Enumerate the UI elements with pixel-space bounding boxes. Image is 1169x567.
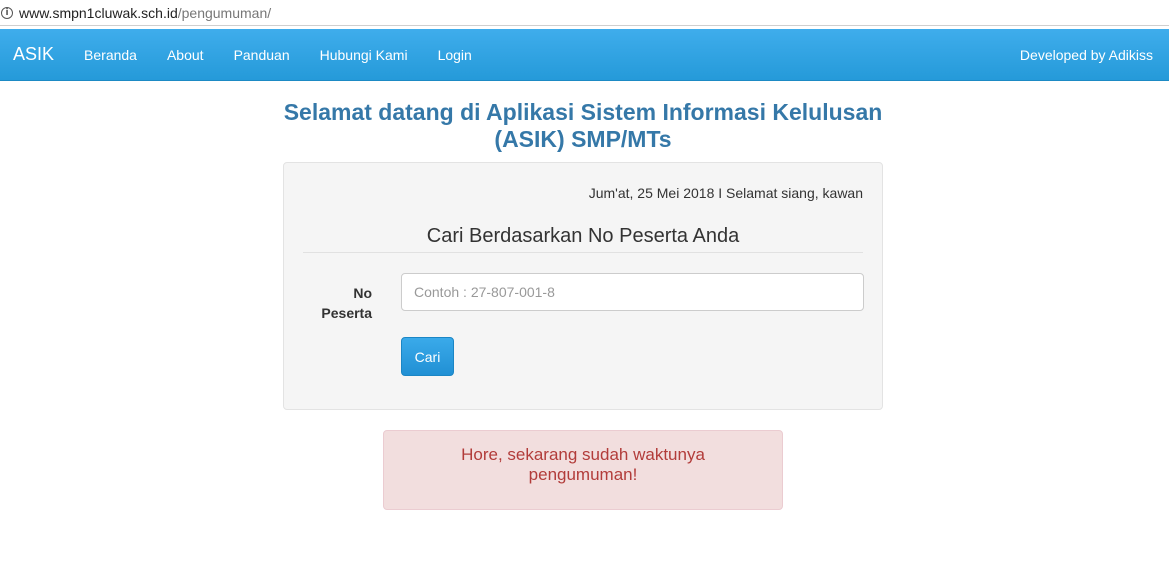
navbar: ASIK Beranda About Panduan Hubungi Kami …	[0, 29, 1169, 81]
date-greeting: Jum'at, 25 Mei 2018 I Selamat siang, kaw…	[588, 185, 863, 201]
nav-item-beranda[interactable]: Beranda	[69, 47, 152, 63]
alert-message: Hore, sekarang sudah waktunya pengumuman…	[461, 445, 705, 484]
url-host: www.smpn1cluwak.sch.id	[19, 4, 178, 21]
nav-item-login[interactable]: Login	[423, 47, 487, 63]
page-title: Selamat datang di Aplikasi Sistem Inform…	[283, 99, 883, 152]
nav-item-hubungi-kami[interactable]: Hubungi Kami	[305, 47, 423, 63]
search-button[interactable]: Cari	[401, 337, 454, 376]
announcement-alert: Hore, sekarang sudah waktunya pengumuman…	[383, 430, 783, 510]
info-icon[interactable]: i	[1, 6, 13, 19]
nav-item-about[interactable]: About	[152, 47, 219, 63]
no-peserta-input[interactable]	[401, 273, 864, 311]
search-panel: Jum'at, 25 Mei 2018 I Selamat siang, kaw…	[283, 162, 883, 410]
url-path: /pengumuman/	[177, 4, 272, 21]
address-bar[interactable]: i www.smpn1cluwak.sch.id/pengumuman/	[0, 0, 1169, 26]
search-legend: Cari Berdasarkan No Peserta Anda	[303, 225, 863, 253]
navbar-brand[interactable]: ASIK	[13, 44, 54, 65]
nav-item-panduan[interactable]: Panduan	[219, 47, 305, 63]
no-peserta-label: No Peserta	[321, 285, 372, 321]
developer-credit[interactable]: Developed by Adikiss	[1020, 47, 1153, 63]
